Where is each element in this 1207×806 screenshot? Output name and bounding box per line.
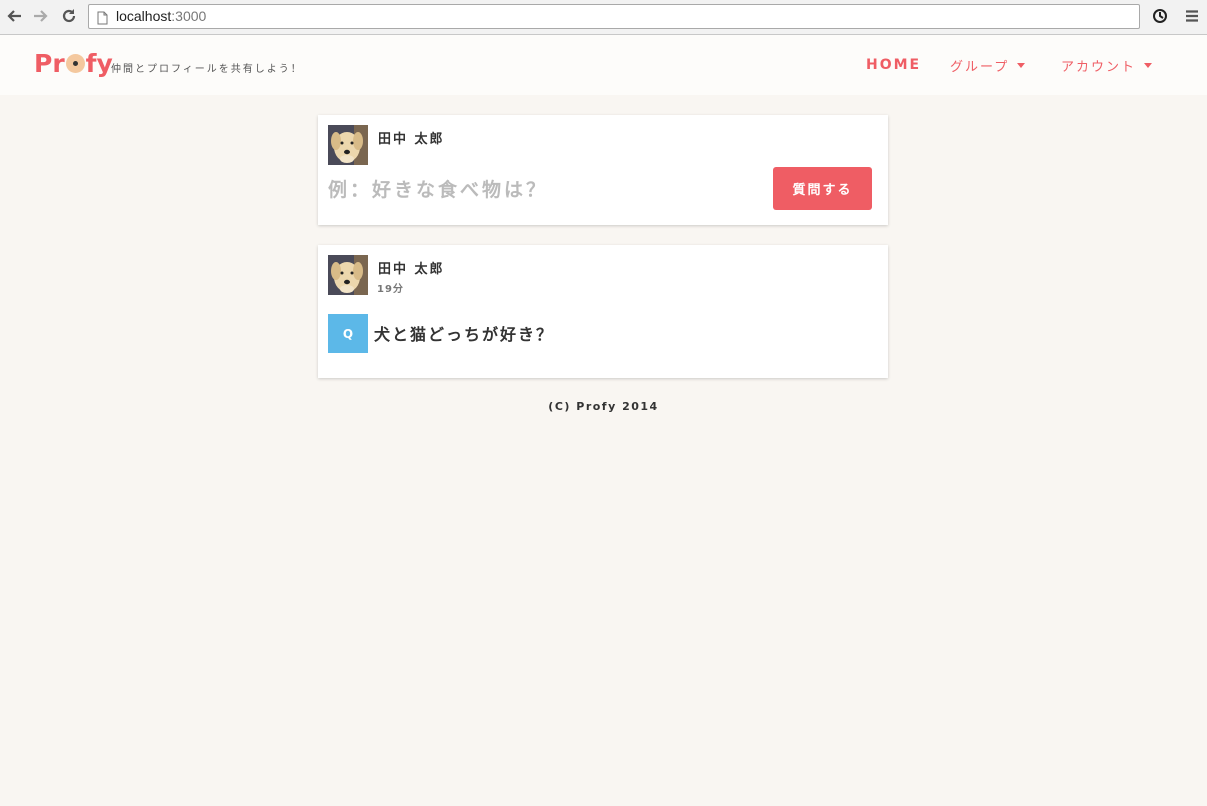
nav-home[interactable]: HOME [866, 35, 921, 95]
ask-question-card: 田中 太郎 質問する [318, 115, 888, 225]
nav-home-label: HOME [866, 57, 922, 73]
extension-icon[interactable] [1149, 5, 1171, 27]
caret-down-icon [1017, 62, 1026, 68]
user-name[interactable]: 田中 太郎 [378, 128, 445, 147]
page-icon [97, 10, 108, 29]
ask-button[interactable]: 質問する [773, 167, 872, 210]
logo-eye-icon [65, 54, 85, 73]
forward-icon[interactable] [30, 5, 52, 27]
menu-icon[interactable] [1181, 5, 1203, 27]
question-text[interactable]: 犬と猫どっちが好き？ [374, 321, 554, 345]
reload-icon[interactable] [58, 5, 80, 27]
url-text[interactable]: localhost:3000 [116, 8, 206, 24]
footer-copyright: (C) Profy 2014 [548, 400, 659, 413]
site-header: Pr fy 仲間とプロフィールを共有しよう！ HOME グループ アカウント [0, 35, 1207, 95]
avatar[interactable] [328, 255, 368, 295]
browser-toolbar: localhost:3000 [0, 0, 1207, 35]
post-timestamp: 19分 [377, 284, 404, 295]
avatar[interactable] [328, 125, 368, 165]
nav-account-label: アカウント [1061, 59, 1137, 75]
nav-account-dropdown[interactable]: アカウント [1061, 35, 1153, 95]
question-card: 田中 太郎 19分 Q 犬と猫どっちが好き？ [318, 245, 888, 378]
question-input[interactable] [328, 175, 758, 205]
back-icon[interactable] [3, 5, 25, 27]
caret-down-icon [1144, 62, 1153, 68]
logo[interactable]: Pr fy [34, 49, 113, 79]
nav-group-label: グループ [950, 59, 1010, 75]
question-badge: Q [328, 314, 368, 353]
tagline: 仲間とプロフィールを共有しよう！ [111, 64, 303, 75]
nav-group-dropdown[interactable]: グループ [950, 35, 1026, 95]
address-bar[interactable]: localhost:3000 [88, 4, 1140, 29]
user-name[interactable]: 田中 太郎 [378, 258, 445, 277]
